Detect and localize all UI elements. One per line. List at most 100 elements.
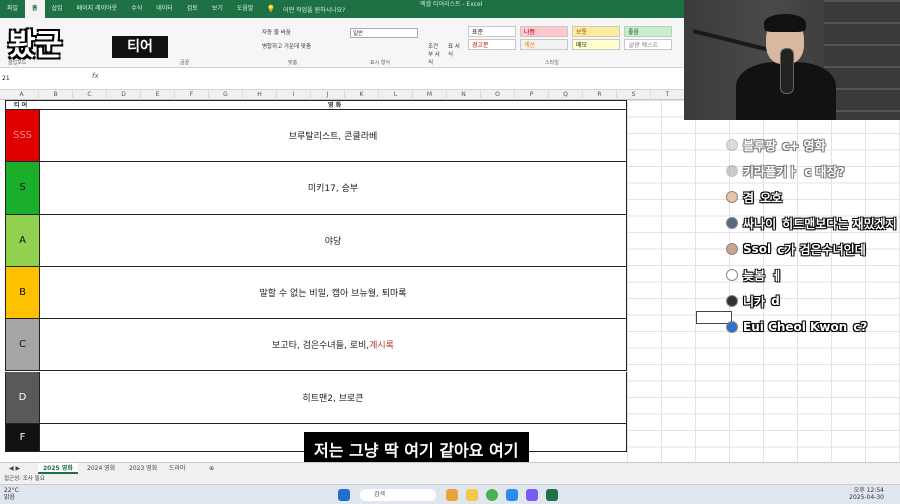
conditional-format-button[interactable]: 조건부 서식	[428, 42, 442, 66]
chat-avatar	[726, 243, 738, 255]
edge-icon[interactable]	[506, 489, 518, 501]
sheet-tab-2024[interactable]: 2024 영화	[82, 463, 120, 474]
style-explanatory[interactable]: 설명 텍스트	[624, 39, 672, 50]
col-header[interactable]: H	[243, 90, 277, 100]
col-header[interactable]: J	[311, 90, 345, 100]
tier-label-cell[interactable]: S	[6, 162, 40, 214]
table-header-row: 티 어 영 화	[5, 100, 627, 110]
folder-icon[interactable]	[466, 489, 478, 501]
col-header[interactable]: F	[175, 90, 209, 100]
col-header[interactable]: G	[209, 90, 243, 100]
movies-cell[interactable]: 야당	[40, 215, 626, 266]
chat-text: d	[771, 294, 780, 308]
tab-help[interactable]: 도움말	[230, 0, 261, 18]
tier-label-cell[interactable]: F	[6, 423, 40, 451]
weather-widget[interactable]: 22°C 맑음	[4, 487, 19, 501]
tier-row[interactable]: A 야당	[5, 214, 627, 267]
store-icon[interactable]	[526, 489, 538, 501]
style-good[interactable]: 좋음	[624, 26, 672, 37]
tier-row[interactable]: SSS 브루탈리스트, 콘클라베	[5, 110, 627, 163]
col-header[interactable]: A	[5, 90, 39, 100]
tier-label-cell[interactable]: D	[6, 371, 40, 423]
chat-text: c?	[853, 320, 868, 334]
taskbar-clock[interactable]: 오후 12:54 2025-04-30	[849, 487, 884, 501]
movies-text: 히트맨2, 브로큰	[302, 393, 364, 404]
movies-cell[interactable]: 미키17, 승부	[40, 162, 626, 213]
col-header[interactable]: M	[413, 90, 447, 100]
style-warning[interactable]: 경고문	[468, 39, 516, 50]
chat-username: 블루팡	[743, 138, 777, 153]
chat-message: Eui Cheol Kwon c?	[726, 314, 900, 340]
logo-text: 봤군	[8, 28, 62, 63]
col-header[interactable]: R	[583, 90, 617, 100]
streamer-hair	[764, 14, 806, 32]
col-header[interactable]: P	[515, 90, 549, 100]
tier-label-cell[interactable]: A	[6, 214, 40, 266]
chrome-icon[interactable]	[486, 489, 498, 501]
movies-text: 브루탈리스트, 콘클라베	[288, 132, 378, 143]
movies-cell[interactable]: 말할 수 없는 비밀, 캡아 브뉴월, 퇴마록	[40, 267, 626, 318]
chat-message: Ssol c가 검은수녀인데	[726, 236, 900, 262]
col-header[interactable]: I	[277, 90, 311, 100]
chat-message: 싸나이 히트맨보다는 재밌겠지	[726, 210, 900, 236]
tier-label-cell[interactable]: B	[6, 266, 40, 319]
movies-cell[interactable]: 브루탈리스트, 콘클라베	[40, 110, 626, 161]
add-sheet-icon[interactable]: ⊕	[204, 463, 219, 474]
tier-label-cell[interactable]: SSS	[6, 110, 40, 162]
windows-taskbar: 22°C 맑음 검색 오후 12:54 2025-04-30	[0, 484, 900, 504]
tell-me-search[interactable]: 어떤 작업을 원하시나요?	[283, 5, 345, 14]
sheet-tab-2023[interactable]: 2023 영화	[124, 463, 162, 474]
movies-cell[interactable]: 히트맨2, 브로큰	[40, 372, 626, 423]
col-header[interactable]: T	[651, 90, 685, 100]
accessibility-status[interactable]: 접근성: 조사 필요	[4, 476, 45, 482]
tier-row[interactable]: D 히트맨2, 브로큰	[5, 371, 627, 424]
start-icon[interactable]	[338, 489, 350, 501]
sheet-tab-drama[interactable]: 드라마	[164, 463, 191, 474]
excel-icon[interactable]	[546, 489, 558, 501]
group-label-styles: 스타일	[545, 60, 559, 66]
wrap-text-button[interactable]: 자동 줄 바꿈	[262, 28, 291, 36]
chat-message: 니카 d	[726, 288, 900, 314]
tier-label-cell[interactable]: C	[6, 319, 40, 371]
tier-row[interactable]: C 보고타, 검은수녀들, 로비, 계시록	[5, 319, 627, 372]
chat-avatar	[726, 165, 738, 177]
col-header[interactable]: S	[617, 90, 651, 100]
tier-header: 티 어	[14, 102, 28, 109]
col-header[interactable]: C	[73, 90, 107, 100]
style-normal[interactable]: 표준	[468, 26, 516, 37]
col-header[interactable]: D	[107, 90, 141, 100]
tier-row[interactable]: S 미키17, 승부	[5, 162, 627, 215]
col-header[interactable]: Q	[549, 90, 583, 100]
chat-username: Eui Cheol Kwon	[743, 320, 848, 334]
merge-center-button[interactable]: 병합하고 가운데 맞춤	[262, 42, 311, 50]
sheet-tab-2025[interactable]: 2025 영화	[38, 463, 78, 474]
taskbar-search[interactable]: 검색	[360, 489, 436, 501]
movies-text: 말할 수 없는 비밀, 캡아 브뉴월, 퇴마록	[259, 289, 407, 300]
tab-view[interactable]: 보기	[205, 0, 230, 18]
chat-username: 키라플키ㅏ	[743, 164, 799, 179]
col-header[interactable]: B	[39, 90, 73, 100]
col-header[interactable]: O	[481, 90, 515, 100]
tab-review[interactable]: 검토	[180, 0, 205, 18]
style-note[interactable]: 메모	[572, 39, 620, 50]
formula-bar: 21 fx	[0, 68, 684, 90]
movies-cell[interactable]: 보고타, 검은수녀들, 로비, 계시록	[40, 319, 626, 370]
group-label-font: 글꼴	[180, 60, 190, 66]
col-header[interactable]: K	[345, 90, 379, 100]
app-icon[interactable]	[446, 489, 458, 501]
col-header[interactable]: N	[447, 90, 481, 100]
tier-row[interactable]: B 말할 수 없는 비밀, 캡아 브뉴월, 퇴마록	[5, 266, 627, 320]
table-format-button[interactable]: 표 서식	[448, 42, 462, 58]
style-neutral[interactable]: 보통	[572, 26, 620, 37]
chat-avatar	[726, 139, 738, 151]
fx-icon[interactable]: fx	[92, 72, 99, 80]
chat-message: 겸 오호	[726, 184, 900, 210]
style-calculation[interactable]: 계산	[520, 39, 568, 50]
col-header[interactable]: L	[379, 90, 413, 100]
col-header[interactable]: E	[141, 90, 175, 100]
style-bad[interactable]: 나쁨	[520, 26, 568, 37]
window-title: 엑셀 티어리스트 - Excel	[420, 1, 483, 8]
sheet-nav-arrows[interactable]: ◀ ▶	[4, 463, 25, 474]
number-format-select[interactable]: 일반	[350, 28, 418, 38]
name-box[interactable]: 21	[0, 72, 40, 86]
